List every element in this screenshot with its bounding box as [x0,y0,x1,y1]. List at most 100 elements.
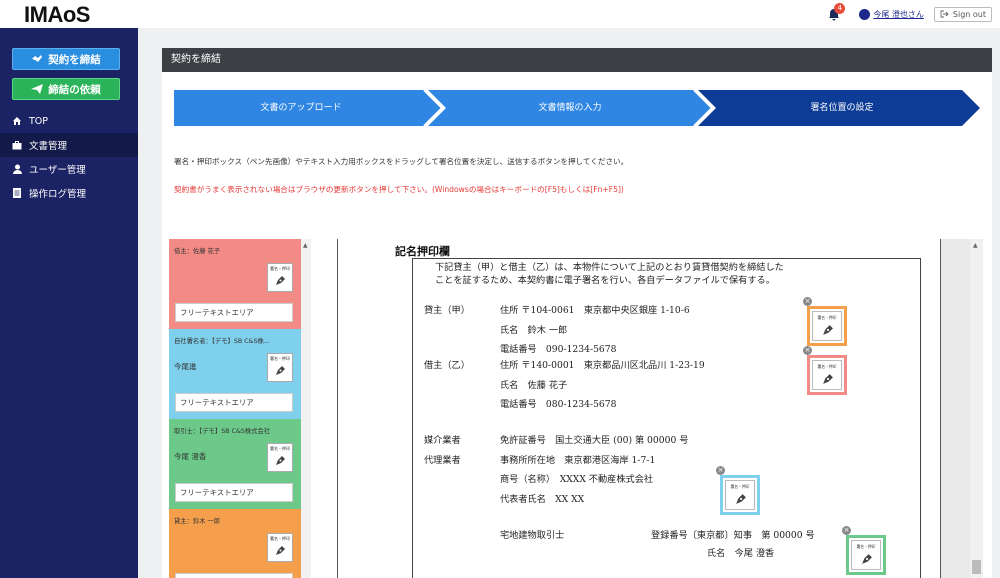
sidebar-item-label: ユーザー管理 [29,165,86,176]
signout-icon [940,10,949,18]
free-text-box[interactable] [175,573,293,578]
signer-title: 借主：佐藤 花子 [174,248,221,255]
signer-card-company: 自社署名者：【デモ】SB C&S株... 今尾進 署名・押印 フリーテキストエリ… [169,329,301,419]
placed-stamp-lessor[interactable]: 署名・押印 [807,306,847,346]
signer-card-lessee: 借主：佐藤 花子 署名・押印 フリーテキストエリア [169,239,301,329]
document-viewer[interactable]: 記名押印欄 下記貸主（甲）と借主（乙）は、本物件について上記のとおり賃貸借契約を… [337,239,941,578]
instruction-text: 署名・押印ボックス（ペン先画像）やテキスト入力用ボックスをドラッグして署名位置を… [174,157,629,166]
scroll-up-icon: ▲ [303,242,308,249]
signer-card-lessor: 貸主：鈴木 一郎 署名・押印 [169,509,301,578]
pen-nib-icon [861,554,872,564]
placed-stamp-company[interactable]: 署名・押印 [720,475,760,515]
scrollbar-thumb[interactable] [972,560,981,574]
agent-trade-name: 商号（名称） XXXX 不動産株式会社 [500,474,654,485]
lessor-phone: 電話番号 090-1234-5678 [500,344,617,355]
pen-nib-icon [276,276,285,285]
top-header: IMAoS 4 今尾 澄也さん Sign out [0,0,1000,28]
document-heading: 記名押印欄 [395,245,450,258]
realtor-name: 氏名 今尾 澄香 [707,548,775,559]
request-button[interactable]: 締結の依頼 [12,78,120,100]
remove-stamp-icon[interactable]: × [803,346,812,355]
broker-license: 免許証番号 国土交通大臣 (00) 第 00000 号 [500,435,689,446]
sidebar-item-label: 操作ログ管理 [29,189,87,200]
user-name: 今尾 澄也さん [873,9,924,19]
lessor-label: 貸主（甲） [424,305,470,316]
step-signature-position: 署名位置の設定 [810,103,874,113]
notification-bell[interactable]: 4 [827,3,846,21]
free-text-box[interactable]: フリーテキストエリア [175,303,293,322]
draggable-stamp-box[interactable]: 署名・押印 [267,533,293,562]
contract-button-label: 契約を締結 [48,53,101,66]
lessee-phone: 電話番号 080-1234-5678 [500,399,617,410]
header-actions: 4 今尾 澄也さん Sign out [827,3,992,24]
sidebar-item-label: 文書管理 [29,141,68,152]
briefcase-icon [12,140,22,150]
agent-representative: 代表者氏名 XX XX [500,494,585,505]
signer-title: 取引士：【デモ】SB C&S株式会社 [174,428,271,435]
main-panel: 契約を締結 文書のアップロード 文書情報の入力 署名位置の設定 署名・押印ボック… [162,48,992,578]
viewer-margin [941,239,970,578]
paper-plane-icon [31,84,44,94]
lessee-name: 氏名 佐藤 花子 [500,380,568,391]
sidebar-item-top[interactable]: TOP [0,109,138,133]
signer-title: 自社署名者：【デモ】SB C&S株... [174,338,270,345]
sidebar: 契約を締結 締結の依頼 TOP 文書管理 ユーザー管理 操作ログ管理 [0,28,138,578]
remove-stamp-icon[interactable]: × [716,466,725,475]
free-text-box[interactable]: フリーテキストエリア [175,483,293,502]
signer-name: 今尾進 [174,362,197,371]
step-progress: 文書のアップロード 文書情報の入力 署名位置の設定 [174,90,980,126]
draggable-stamp-box[interactable]: 署名・押印 [267,263,293,292]
warning-text: 契約書がうまく表示されない場合はブラウザの更新ボタンを押して下さい。(Windo… [174,185,624,194]
agent-label: 代理業者 [424,455,461,466]
pen-nib-icon [276,366,285,375]
placed-stamp-realtor[interactable]: 署名・押印 [846,535,886,575]
lessee-address: 住所 〒140-0001 東京都品川区北品川 1-23-19 [500,360,705,371]
placed-stamp-lessee[interactable]: 署名・押印 [807,355,847,395]
broker-label: 媒介業者 [424,435,461,446]
pen-nib-icon [822,325,833,335]
pen-nib-icon [276,456,285,465]
lessee-label: 借主（乙） [424,360,470,371]
signer-card-realtor: 取引士：【デモ】SB C&S株式会社 今尾 澄香 署名・押印 フリーテキストエリ… [169,419,301,509]
contract-button[interactable]: 契約を締結 [12,48,120,70]
free-text-box[interactable]: フリーテキストエリア [175,393,293,412]
remove-stamp-icon[interactable]: × [803,297,812,306]
doc-intro-line-2: ことを証するため、本契約書に電子署名を行い、各自データファイルで保有する。 [435,275,775,286]
sidebar-item-users[interactable]: ユーザー管理 [0,157,138,181]
signer-box-list: 借主：佐藤 花子 署名・押印 フリーテキストエリア 自社署名者：【デモ】SB C… [169,239,301,578]
step-upload: 文書のアップロード [260,103,342,113]
notification-badge: 4 [834,3,846,14]
signout-button[interactable]: Sign out [933,6,992,22]
home-icon [12,116,22,126]
realtor-label: 宅地建物取引士 [500,530,565,541]
document-icon [12,188,22,198]
app-logo[interactable]: IMAoS [24,2,90,28]
document-scrollbar[interactable]: ▲ [970,239,983,578]
sidebar-item-label: TOP [29,115,49,127]
signout-label: Sign out [952,9,986,19]
agent-office: 事務所所在地 東京都港区海岸 1-7-1 [500,455,656,466]
realtor-registration: 登録番号〔東京都〕知事 第 00000 号 [651,530,815,541]
panel-title: 契約を締結 [162,48,992,72]
user-menu[interactable]: 今尾 澄也さん [859,8,924,20]
step-info: 文書情報の入力 [538,103,602,113]
user-icon [12,164,22,174]
box-list-scrollbar[interactable]: ▲ [301,239,311,578]
handshake-icon [32,55,43,62]
signer-name: 今尾 澄香 [174,452,207,461]
sidebar-item-documents[interactable]: 文書管理 [0,133,138,157]
pen-nib-icon [276,546,285,555]
request-button-label: 締結の依頼 [48,83,101,96]
pen-nib-icon [735,494,746,504]
user-avatar-icon [859,8,871,20]
doc-intro-line-1: 下記貸主（甲）と借主（乙）は、本物件について上記のとおり賃貸借契約を締結した [435,262,784,273]
lessor-name: 氏名 鈴木 一郎 [500,325,568,336]
remove-stamp-icon[interactable]: × [842,526,851,535]
signer-title: 貸主：鈴木 一郎 [174,518,221,525]
scroll-up-icon: ▲ [973,242,978,249]
pen-nib-icon [822,374,833,384]
lessor-address: 住所 〒104-0061 東京都中央区銀座 1-10-6 [500,305,690,316]
draggable-stamp-box[interactable]: 署名・押印 [267,443,293,472]
sidebar-item-logs[interactable]: 操作ログ管理 [0,181,138,205]
draggable-stamp-box[interactable]: 署名・押印 [267,353,293,382]
